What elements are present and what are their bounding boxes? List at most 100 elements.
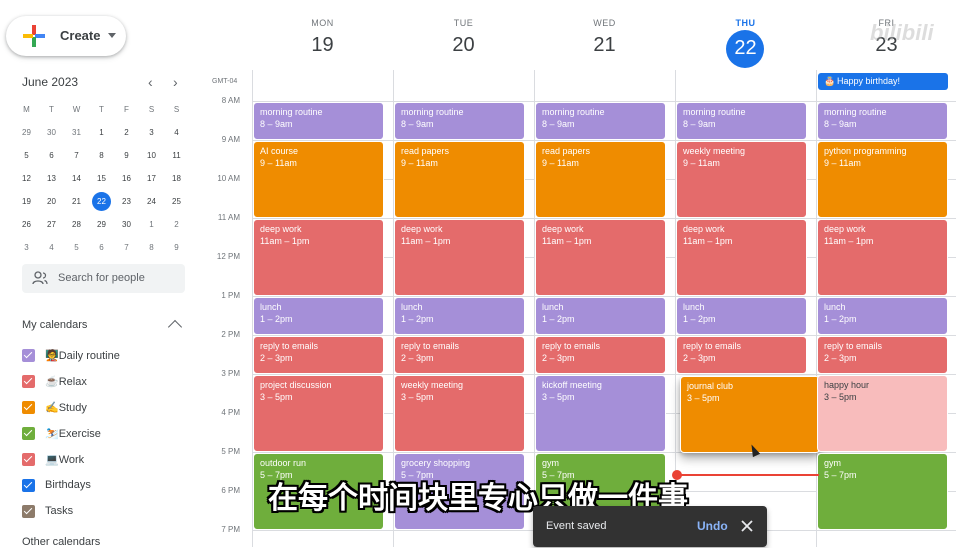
mini-day[interactable]: 2	[114, 128, 139, 137]
mini-day[interactable]: 16	[114, 174, 139, 183]
mini-day[interactable]: 10	[139, 151, 164, 160]
event-lunch[interactable]: lunch 1 – 2pm	[817, 297, 948, 335]
event-lunch[interactable]: lunch 1 – 2pm	[535, 297, 666, 335]
event-lunch[interactable]: lunch 1 – 2pm	[394, 297, 525, 335]
mini-day[interactable]: 15	[89, 174, 114, 183]
calendar-item[interactable]: 🧑‍🏫Daily routine	[22, 346, 120, 364]
calendar-item[interactable]: ☕Relax	[22, 372, 87, 390]
event-read-papers[interactable]: read papers 9 – 11am	[535, 141, 666, 218]
day-header-mon[interactable]: MON 19	[252, 0, 393, 92]
event-deep-work[interactable]: deep work 11am – 1pm	[535, 219, 666, 296]
event-kickoff-meeting[interactable]: kickoff meeting 3 – 5pm	[535, 375, 666, 452]
mini-day[interactable]: 1	[89, 128, 114, 137]
mini-day[interactable]: 14	[64, 174, 89, 183]
mini-day[interactable]: 26	[14, 220, 39, 229]
mini-day[interactable]: 7	[64, 151, 89, 160]
calendar-checkbox[interactable]	[22, 400, 35, 414]
day-header-tue[interactable]: TUE 20	[393, 0, 534, 92]
event-weekly-meeting[interactable]: weekly meeting 9 – 11am	[676, 141, 807, 218]
next-month-icon[interactable]: ›	[173, 74, 178, 90]
event-deep-work[interactable]: deep work 11am – 1pm	[817, 219, 948, 296]
mini-day[interactable]: 5	[14, 151, 39, 160]
event-reply-to-emails[interactable]: reply to emails 2 – 3pm	[394, 336, 525, 374]
undo-button[interactable]: Undo	[697, 519, 728, 533]
calendar-item[interactable]: ✍️Study	[22, 398, 87, 416]
mini-day[interactable]: 30	[114, 220, 139, 229]
mini-day[interactable]: 21	[64, 197, 89, 206]
mini-day[interactable]: 4	[39, 243, 64, 252]
mini-day[interactable]: 29	[14, 128, 39, 137]
event-morning-routine[interactable]: morning routine 8 – 9am	[817, 102, 948, 140]
mini-day[interactable]: 2	[164, 220, 189, 229]
mini-day[interactable]: 9	[164, 243, 189, 252]
mini-day[interactable]: 9	[114, 151, 139, 160]
mini-day[interactable]: 3	[139, 128, 164, 137]
mini-day[interactable]: 22	[89, 192, 114, 211]
calendar-checkbox[interactable]	[22, 452, 35, 466]
my-calendars-title[interactable]: My calendars	[22, 319, 87, 331]
mini-day[interactable]: 13	[39, 174, 64, 183]
mini-day[interactable]: 29	[89, 220, 114, 229]
day-number[interactable]: 22	[675, 37, 816, 60]
day-header-thu[interactable]: THU 22	[675, 0, 816, 92]
mini-day[interactable]: 5	[64, 243, 89, 252]
mini-day[interactable]: 23	[114, 197, 139, 206]
mini-day[interactable]: 12	[14, 174, 39, 183]
mini-day[interactable]: 6	[39, 151, 64, 160]
mini-day[interactable]: 7	[114, 243, 139, 252]
event-deep-work[interactable]: deep work 11am – 1pm	[253, 219, 384, 296]
mini-day[interactable]: 30	[39, 128, 64, 137]
event-reply-to-emails[interactable]: reply to emails 2 – 3pm	[817, 336, 948, 374]
mini-day[interactable]: 11	[164, 151, 189, 160]
mini-day[interactable]: 18	[164, 174, 189, 183]
event-lunch[interactable]: lunch 1 – 2pm	[253, 297, 384, 335]
mini-day[interactable]: 3	[14, 243, 39, 252]
event-reply-to-emails[interactable]: reply to emails 2 – 3pm	[253, 336, 384, 374]
event-morning-routine[interactable]: morning routine 8 – 9am	[394, 102, 525, 140]
mini-day[interactable]: 24	[139, 197, 164, 206]
event-python-programming[interactable]: python programming 9 – 11am	[817, 141, 948, 218]
event-read-papers[interactable]: read papers 9 – 11am	[394, 141, 525, 218]
prev-month-icon[interactable]: ‹	[148, 74, 153, 90]
chevron-up-icon[interactable]	[167, 319, 183, 335]
event-deep-work[interactable]: deep work 11am – 1pm	[676, 219, 807, 296]
event-morning-routine[interactable]: morning routine 8 – 9am	[676, 102, 807, 140]
event-deep-work[interactable]: deep work 11am – 1pm	[394, 219, 525, 296]
event-morning-routine[interactable]: morning routine 8 – 9am	[535, 102, 666, 140]
event-morning-routine[interactable]: morning routine 8 – 9am	[253, 102, 384, 140]
event-journal-club[interactable]: journal club 3 – 5pm	[680, 376, 820, 453]
mini-day[interactable]: 27	[39, 220, 64, 229]
calendar-item[interactable]: 💻Work	[22, 450, 84, 468]
day-number[interactable]: 20	[393, 34, 534, 57]
close-icon[interactable]	[739, 518, 755, 534]
mini-day[interactable]: 1	[139, 220, 164, 229]
event-project-discussion[interactable]: project discussion 3 – 5pm	[253, 375, 384, 452]
day-header-wed[interactable]: WED 21	[534, 0, 675, 92]
mini-day[interactable]: 31	[64, 128, 89, 137]
day-number[interactable]: 21	[534, 34, 675, 57]
mini-day[interactable]: 20	[39, 197, 64, 206]
event-happy-hour[interactable]: happy hour 3 – 5pm	[817, 375, 948, 452]
mini-day[interactable]: 8	[139, 243, 164, 252]
day-number[interactable]: 19	[252, 34, 393, 57]
mini-day[interactable]: 4	[164, 128, 189, 137]
create-button[interactable]: Create	[6, 16, 126, 56]
mini-day[interactable]: 28	[64, 220, 89, 229]
event-reply-to-emails[interactable]: reply to emails 2 – 3pm	[676, 336, 807, 374]
all-day-event-birthday[interactable]: 🎂 Happy birthday!	[818, 73, 948, 90]
mini-day[interactable]: 17	[139, 174, 164, 183]
other-calendars-title[interactable]: Other calendars	[22, 536, 100, 548]
search-people-input[interactable]: Search for people	[22, 264, 185, 293]
event-AI-course[interactable]: AI course 9 – 11am	[253, 141, 384, 218]
event-lunch[interactable]: lunch 1 – 2pm	[676, 297, 807, 335]
event-weekly-meeting[interactable]: weekly meeting 3 – 5pm	[394, 375, 525, 452]
mini-day[interactable]: 6	[89, 243, 114, 252]
event-reply-to-emails[interactable]: reply to emails 2 – 3pm	[535, 336, 666, 374]
mini-day[interactable]: 25	[164, 197, 189, 206]
calendar-item[interactable]: ⛷️Exercise	[22, 424, 101, 442]
calendar-checkbox[interactable]	[22, 374, 35, 388]
calendar-checkbox[interactable]	[22, 348, 35, 362]
mini-day[interactable]: 19	[14, 197, 39, 206]
calendar-checkbox[interactable]	[22, 426, 35, 440]
mini-day[interactable]: 8	[89, 151, 114, 160]
